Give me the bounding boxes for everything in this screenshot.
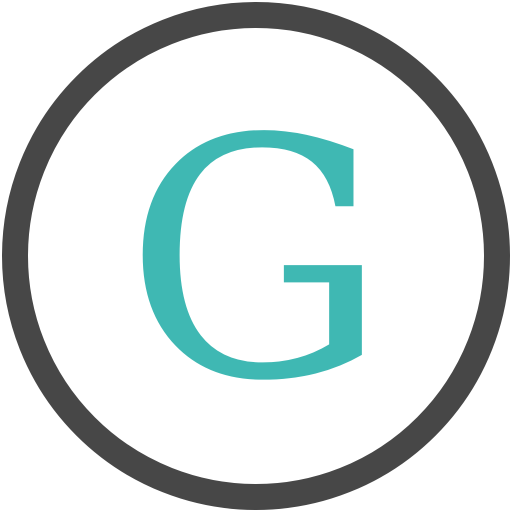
g-logo: G xyxy=(0,0,512,512)
logo-letter: G xyxy=(124,69,388,453)
